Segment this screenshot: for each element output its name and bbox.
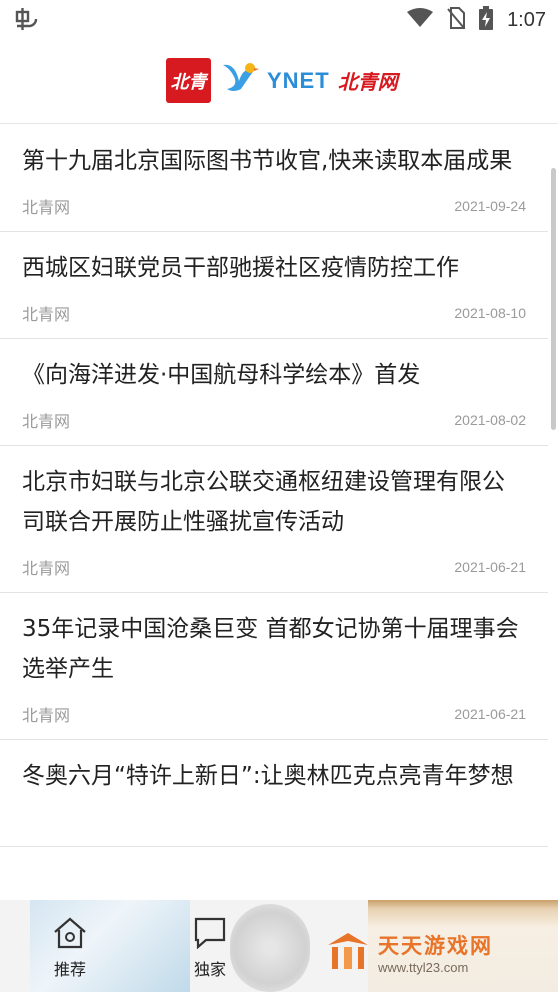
battery-charging-icon — [479, 6, 494, 34]
news-meta — [22, 796, 526, 846]
news-title: 冬奥六月“特许上新日”:让奥林匹克点亮青年梦想 — [22, 763, 514, 789]
tab-exclusive[interactable]: 独家 — [180, 916, 240, 980]
news-item[interactable]: 西城区妇联党员干部驰援社区疫情防控工作 北青网 2021-08-10 — [0, 232, 548, 339]
news-item[interactable]: 《向海洋进发·中国航母科学绘本》首发 北青网 2021-08-02 — [0, 339, 548, 446]
news-source: 北青网 — [22, 559, 71, 578]
news-source: 北青网 — [22, 305, 71, 324]
bug-icon — [14, 6, 40, 38]
news-source: 北青网 — [22, 198, 71, 217]
news-source: 北青网 — [22, 706, 71, 725]
tab-recommend[interactable]: 推荐 — [40, 916, 100, 980]
news-item[interactable]: 北京市妇联与北京公联交通枢纽建设管理有限公司联合开展防止性骚扰宣传活动 北青网 … — [0, 446, 548, 593]
logo-script: 北青网 — [337, 70, 398, 94]
watermark-url: www.ttyl23.com — [378, 960, 469, 975]
watermark-name: 天天游戏网 — [378, 934, 493, 958]
news-title: 第十九届北京国际图书节收官,快来读取本届成果 — [22, 148, 513, 174]
news-item[interactable]: 35年记录中国沧桑巨变 首都女记协第十届理事会选举产生 北青网 2021-06-… — [0, 593, 548, 740]
news-date: 2021-08-10 — [454, 305, 526, 321]
news-list: 第十九届北京国际图书节收官,快来读取本届成果 北青网 2021-09-24 西城… — [0, 125, 548, 847]
news-date: 2021-08-02 — [454, 412, 526, 428]
scrollbar[interactable] — [551, 168, 556, 430]
news-date: 2021-06-21 — [454, 559, 526, 575]
status-time: 1:07 — [507, 8, 546, 31]
watermark-logo-icon — [326, 931, 370, 975]
chat-bubble-icon — [192, 917, 228, 954]
news-item[interactable]: 冬奥六月“特许上新日”:让奥林匹克点亮青年梦想 — [0, 740, 548, 847]
watermark: 天天游戏网 www.ttyl23.com — [326, 930, 493, 975]
news-title: 西城区妇联党员干部驰援社区疫情防控工作 — [22, 255, 459, 281]
no-sim-icon — [447, 7, 466, 33]
news-title: 北京市妇联与北京公联交通枢纽建设管理有限公司联合开展防止性骚扰宣传活动 — [22, 469, 505, 535]
wifi-icon — [407, 8, 434, 32]
news-meta: 北青网 2021-08-02 — [22, 395, 526, 445]
home-icon — [52, 917, 88, 954]
bird-icon — [219, 59, 259, 103]
app-header: 北青 YNET 北青网 — [0, 40, 558, 124]
news-meta: 北青网 2021-06-21 — [22, 542, 526, 592]
app-logo: 北青 YNET 北青网 — [166, 58, 398, 103]
news-item[interactable]: 第十九届北京国际图书节收官,快来读取本届成果 北青网 2021-09-24 — [0, 125, 548, 232]
tab-label: 推荐 — [53, 960, 86, 979]
news-meta: 北青网 2021-08-10 — [22, 288, 526, 338]
logo-box: 北青 — [166, 58, 211, 103]
news-title: 35年记录中国沧桑巨变 首都女记协第十届理事会选举产生 — [22, 616, 519, 682]
tab-label: 独家 — [193, 960, 226, 979]
news-meta: 北青网 2021-09-24 — [22, 181, 526, 231]
background-image — [230, 904, 310, 992]
status-bar: 1:07 — [0, 0, 558, 40]
news-date: 2021-06-21 — [454, 706, 526, 722]
logo-ynet: YNET — [267, 67, 330, 93]
news-source: 北青网 — [22, 412, 71, 431]
news-date: 2021-09-24 — [454, 198, 526, 214]
news-title: 《向海洋进发·中国航母科学绘本》首发 — [22, 362, 421, 388]
news-meta: 北青网 2021-06-21 — [22, 689, 526, 739]
